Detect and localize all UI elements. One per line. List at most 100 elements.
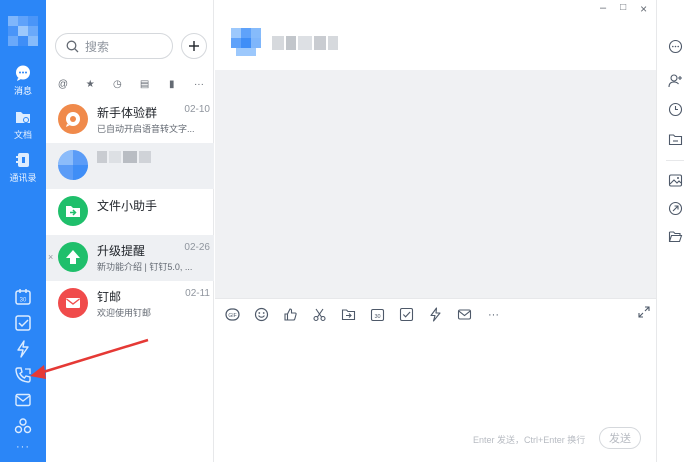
rail-calls[interactable] [0, 366, 46, 384]
right-panel [656, 0, 693, 462]
up-arrow-icon [66, 250, 80, 264]
lightning-icon [14, 340, 32, 358]
maximize-button[interactable]: □ [620, 2, 626, 16]
rail-messages[interactable]: 消息 [0, 64, 46, 97]
rail-todo[interactable] [0, 314, 46, 332]
more-dots-icon: ··· [16, 441, 30, 453]
rail-contacts[interactable]: 通讯录 [0, 151, 46, 184]
phone-call-icon [14, 366, 32, 384]
rail-calendar[interactable]: 30 [0, 288, 46, 306]
folder-doc-icon [14, 108, 32, 126]
mail-icon[interactable] [457, 307, 472, 322]
image-icon[interactable] [667, 172, 683, 188]
composer-toolbar: GIF 30 ··· [215, 298, 656, 330]
search-input[interactable]: 搜索 [55, 33, 173, 59]
mail-avatar [58, 288, 88, 318]
rail-mail[interactable] [0, 391, 46, 409]
close-icon[interactable]: × [48, 252, 53, 262]
folder-arrow-icon [66, 206, 80, 217]
todo-check-icon[interactable] [399, 307, 414, 322]
conversation-preview: 欢迎使用钉邮 [97, 308, 152, 318]
more-dots-icon[interactable]: ··· [486, 307, 501, 322]
window-controls-bar: – □ × [600, 2, 647, 16]
chat-bubble-icon [14, 64, 32, 82]
envelope-icon [66, 298, 80, 308]
left-rail: 消息 文档 通讯录 30 ··· [0, 0, 46, 462]
lightning-icon[interactable] [428, 307, 443, 322]
rail-more[interactable]: ··· [0, 441, 46, 453]
chat-panel: GIF 30 ··· Enter 发送，Ctrl+Enter 换行 发送 [215, 0, 656, 462]
search-placeholder: 搜索 [85, 39, 110, 54]
close-button[interactable]: × [640, 2, 647, 16]
blurred-chat-title [272, 36, 338, 50]
conversation-name: 新手体验群 [97, 106, 158, 120]
conversation-item[interactable]: 新手体验群 02-10 已自动开启语音转文字... [46, 97, 214, 143]
contacts-icon [14, 151, 32, 169]
blurred-name [97, 151, 152, 163]
group-chat-icon [66, 112, 80, 127]
rail-ding[interactable] [0, 340, 46, 358]
filter-recent-icon[interactable]: ◷ [110, 77, 124, 91]
open-folder-icon[interactable] [667, 228, 683, 244]
apps-cluster-icon [14, 417, 32, 435]
blurred-chat-avatar[interactable] [231, 28, 261, 56]
rail-docs-label: 文档 [13, 130, 32, 140]
rail-apps[interactable] [0, 417, 46, 435]
mail-icon [14, 391, 32, 409]
more-circle-icon[interactable] [667, 38, 683, 54]
file-helper-avatar [58, 196, 88, 226]
conversation-item[interactable]: 钉邮 02-11 欢迎使用钉邮 [46, 281, 214, 327]
search-icon [66, 40, 79, 52]
folder-send-icon[interactable] [341, 307, 356, 322]
link-icon[interactable] [667, 200, 683, 216]
add-button[interactable] [181, 33, 207, 59]
filter-doc-icon[interactable]: ▮ [165, 77, 179, 91]
message-area[interactable] [215, 70, 656, 298]
todo-check-icon [14, 314, 32, 332]
rail-messages-label: 消息 [13, 86, 32, 96]
group-avatar [58, 104, 88, 134]
filter-star-icon[interactable]: ★ [83, 77, 97, 91]
minimize-button[interactable]: – [600, 2, 606, 16]
svg-text:GIF: GIF [228, 313, 236, 319]
conversation-item[interactable]: 文件小助手 [46, 189, 214, 235]
conversation-item[interactable]: × 升级提醒 02-26 新功能介绍 | 钉钉5.0, ... [46, 235, 214, 281]
rail-contacts-label: 通讯录 [9, 173, 37, 183]
filter-more-icon[interactable]: ··· [192, 77, 206, 91]
filter-group-icon[interactable]: ▤ [138, 77, 152, 91]
upgrade-avatar [58, 242, 88, 272]
user-avatar[interactable] [8, 16, 38, 46]
conversation-date: 02-26 [184, 242, 210, 253]
conversation-preview: 新功能介绍 | 钉钉5.0, ... [97, 262, 193, 272]
calendar-icon[interactable]: 30 [370, 307, 385, 322]
filter-mention-icon[interactable]: @ [56, 77, 70, 91]
emoji-icon[interactable] [254, 307, 269, 322]
chat-header [215, 0, 656, 70]
svg-text:30: 30 [20, 298, 27, 304]
conversation-date: 02-10 [184, 104, 210, 115]
conversation-name: 钉邮 [97, 290, 122, 304]
message-input[interactable] [215, 330, 656, 420]
folder-icon[interactable] [667, 131, 683, 147]
history-clock-icon[interactable] [667, 101, 683, 117]
conversation-name: 升级提醒 [97, 244, 146, 258]
scissors-icon[interactable] [312, 307, 327, 322]
thumbs-up-icon[interactable] [283, 307, 298, 322]
blurred-avatar [58, 150, 88, 180]
conversation-preview: 已自动开启语音转文字... [97, 124, 195, 134]
plus-icon [189, 41, 199, 51]
send-hint: Enter 发送，Ctrl+Enter 换行 [473, 435, 586, 445]
add-member-icon[interactable] [667, 72, 683, 88]
expand-icon[interactable] [638, 306, 650, 321]
send-button[interactable]: 发送 [599, 427, 641, 449]
gif-icon[interactable]: GIF [225, 307, 240, 322]
calendar-icon: 30 [14, 288, 32, 306]
conversation-list: 搜索 @ ★ ◷ ▤ ▮ ··· 新手体验群 02-10 已自动开启语音转文字.… [46, 0, 214, 462]
conversation-item[interactable] [46, 143, 214, 189]
svg-text:30: 30 [374, 314, 380, 320]
conversation-name: 文件小助手 [97, 199, 158, 213]
filter-bar: @ ★ ◷ ▤ ▮ ··· [46, 74, 214, 94]
conversation-date: 02-11 [185, 288, 210, 299]
divider [666, 160, 684, 161]
rail-docs[interactable]: 文档 [0, 108, 46, 141]
